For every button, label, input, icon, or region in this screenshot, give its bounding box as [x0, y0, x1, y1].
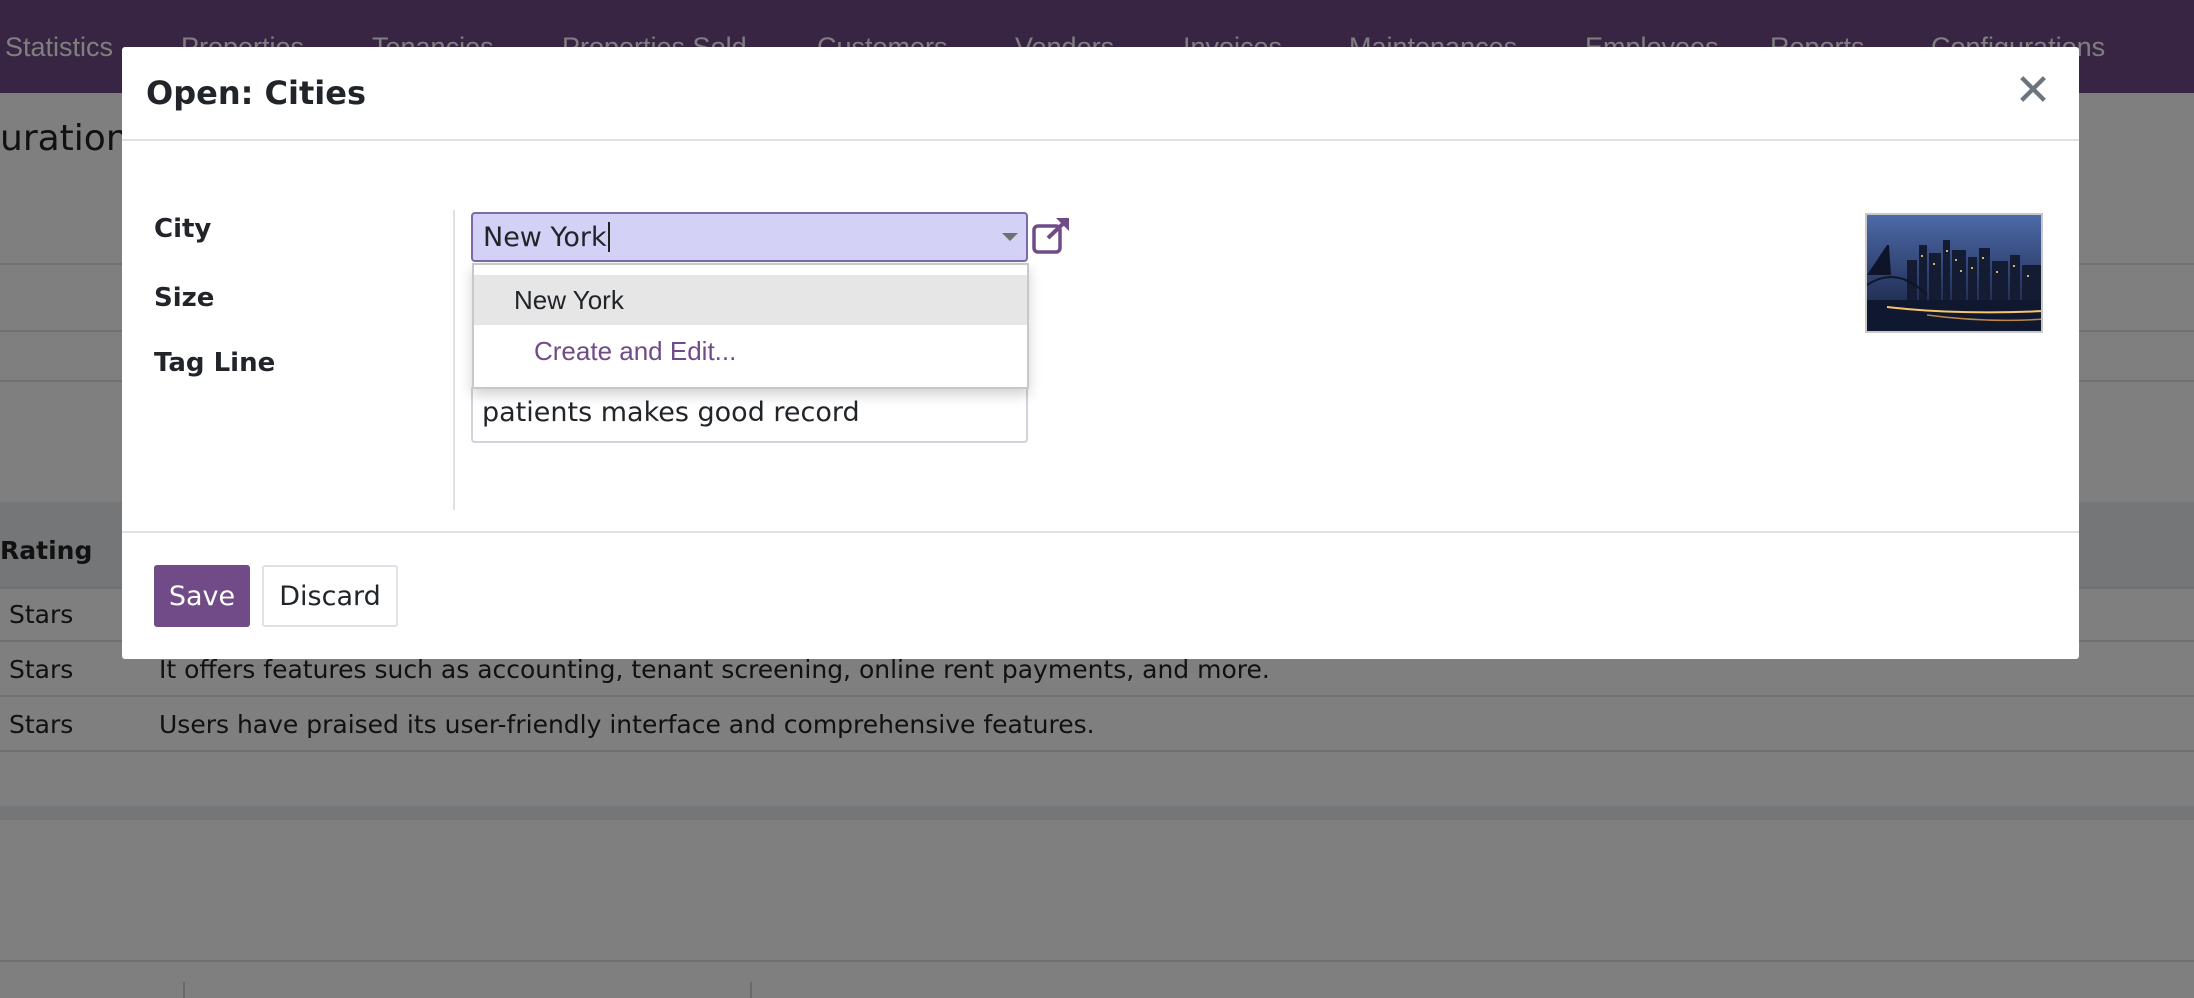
city-input-value: New York: [483, 221, 607, 253]
city-skyline-image[interactable]: [1865, 213, 2043, 333]
dialog-header: Open: Cities ✕: [122, 47, 2079, 141]
save-button[interactable]: Save: [154, 565, 250, 627]
close-icon[interactable]: ✕: [2011, 69, 2055, 113]
city-input[interactable]: New York: [471, 212, 1028, 262]
chevron-down-icon[interactable]: [1002, 233, 1018, 241]
text-cursor: [607, 222, 610, 252]
tag-line-label: Tag Line: [154, 348, 276, 378]
dialog-footer: [122, 531, 2079, 659]
tag-line-input[interactable]: patients makes good record: [471, 385, 1028, 443]
discard-button[interactable]: Discard: [262, 565, 398, 627]
size-label: Size: [154, 283, 215, 313]
cities-dialog: Open: Cities ✕ City Size Tag Line New Yo…: [122, 47, 2079, 659]
external-link-icon[interactable]: [1030, 214, 1074, 258]
create-and-edit-option[interactable]: Create and Edit...: [474, 326, 1027, 376]
dialog-title: Open: Cities: [146, 74, 366, 112]
city-autocomplete-dropdown: New York Create and Edit...: [472, 263, 1029, 389]
label-separator: [453, 210, 455, 510]
autocomplete-option[interactable]: New York: [474, 275, 1027, 325]
city-label: City: [154, 214, 212, 244]
